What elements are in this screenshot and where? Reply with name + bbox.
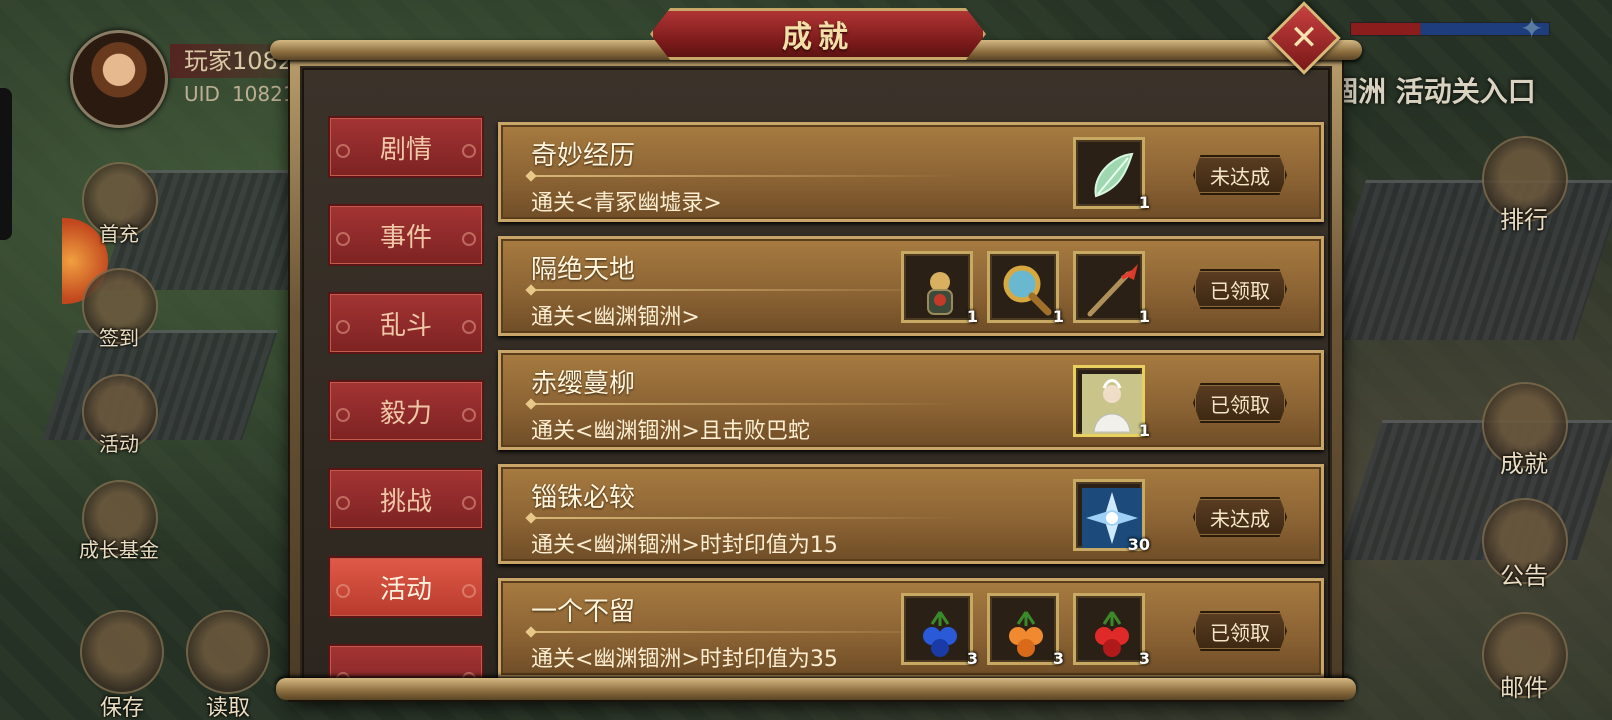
reward-count: 3 xyxy=(1052,649,1064,668)
reward-count: 3 xyxy=(1138,649,1150,668)
divider xyxy=(529,175,959,177)
achievement-desc: 通关<幽渊锢洲>时封印值为35 xyxy=(531,647,838,672)
first-recharge-label: 首充 xyxy=(99,222,139,246)
reward-count: 1 xyxy=(1138,193,1150,212)
tab-brawl[interactable]: 乱斗 xyxy=(328,292,484,354)
character-portrait-icon[interactable]: 1 xyxy=(1073,365,1150,440)
ranking-label: 排行 xyxy=(1500,206,1548,234)
green-leaf-icon[interactable]: 1 xyxy=(1073,137,1150,212)
spear-icon[interactable]: 1 xyxy=(1073,251,1150,326)
divider xyxy=(529,289,959,291)
status-button[interactable]: 已领取 xyxy=(1193,383,1287,423)
achievement-desc: 通关<青冢幽墟录> xyxy=(531,191,722,216)
tab-challenge[interactable]: 挑战 xyxy=(328,468,484,530)
tab-event[interactable]: 事件 xyxy=(328,204,484,266)
orange-berry-icon[interactable]: 3 xyxy=(987,593,1064,668)
ice-crystal-icon[interactable]: 30 xyxy=(1073,479,1150,554)
achievement-list: 奇妙经历 通关<青冢幽墟录> 1 未达成 隔绝天地 通关<幽渊锢洲> 1 1 1… xyxy=(498,122,1324,682)
avatar[interactable] xyxy=(70,30,168,128)
magnifying-mirror-icon[interactable]: 1 xyxy=(987,251,1064,326)
achievement-row: 隔绝天地 通关<幽渊锢洲> 1 1 1 已领取 xyxy=(498,236,1324,336)
activity-label: 活动 xyxy=(99,432,139,456)
red-berry-icon[interactable]: 3 xyxy=(1073,593,1150,668)
uid-value: 10821 xyxy=(231,82,296,106)
status-button[interactable]: 已领取 xyxy=(1193,611,1287,651)
reward-count: 1 xyxy=(966,307,978,326)
armor-figure-icon[interactable]: 1 xyxy=(901,251,978,326)
tab-story[interactable]: 剧情 xyxy=(328,116,484,178)
player-uid: UID 10821 xyxy=(184,82,296,106)
achievement-row: 一个不留 通关<幽渊锢洲>时封印值为35 3 3 3 已领取 xyxy=(498,578,1324,678)
status-button[interactable]: 未达成 xyxy=(1193,155,1287,195)
reward-count: 30 xyxy=(1127,535,1150,554)
achievement-title: 奇妙经历 xyxy=(531,141,636,171)
mail-label: 邮件 xyxy=(1500,674,1548,702)
dialog-bottom-rail xyxy=(276,678,1356,700)
achievement-dialog: 剧情 事件 乱斗 毅力 挑战 活动 奇妙经历 通关<青冢幽墟录> 1 未达成 隔… xyxy=(270,1,1362,700)
status-button[interactable]: 未达成 xyxy=(1193,497,1287,537)
achievement-desc: 通关<幽渊锢洲> xyxy=(531,305,700,330)
reward-count: 1 xyxy=(1052,307,1064,326)
reward-count: 1 xyxy=(1138,307,1150,326)
scene-roof xyxy=(1337,420,1612,560)
reward-count: 1 xyxy=(1138,421,1150,440)
achievement-title: 锱铢必较 xyxy=(531,483,636,513)
achievement-row: 赤缨蔓柳 通关<幽渊锢洲>且击败巴蛇 1 已领取 xyxy=(498,350,1324,450)
achievement-title: 赤缨蔓柳 xyxy=(531,369,636,399)
blue-berry-icon[interactable]: 3 xyxy=(901,593,978,668)
achievement-desc: 通关<幽渊锢洲>且击败巴蛇 xyxy=(531,419,810,444)
achievement-label: 成就 xyxy=(1500,450,1548,478)
scene-roof xyxy=(1314,180,1612,340)
tab-perseverance[interactable]: 毅力 xyxy=(328,380,484,442)
status-button[interactable]: 已领取 xyxy=(1193,269,1287,309)
save-label: 保存 xyxy=(99,696,144,720)
achievement-title: 一个不留 xyxy=(531,597,636,627)
load-label: 读取 xyxy=(205,696,250,720)
achievement-desc: 通关<幽渊锢洲>时封印值为15 xyxy=(531,533,838,558)
notice-label: 公告 xyxy=(1500,562,1548,590)
load-button[interactable] xyxy=(186,610,270,694)
sign-in-label: 签到 xyxy=(99,326,139,350)
achievement-title: 隔绝天地 xyxy=(531,255,636,285)
dialog-title: 成就 xyxy=(782,20,854,55)
dialog-body: 剧情 事件 乱斗 毅力 挑战 活动 奇妙经历 通关<青冢幽墟录> 1 未达成 隔… xyxy=(302,68,1330,688)
divider xyxy=(529,631,959,633)
achievement-row: 奇妙经历 通关<青冢幽墟录> 1 未达成 xyxy=(498,122,1324,222)
close-icon[interactable]: ✕ xyxy=(1278,12,1330,64)
save-button[interactable] xyxy=(80,610,164,694)
dialog-title-plate: 成就 xyxy=(650,8,986,60)
wing-icon: ✦ xyxy=(1520,12,1544,45)
achievement-row: 锱铢必较 通关<幽渊锢洲>时封印值为15 30 未达成 xyxy=(498,464,1324,564)
uid-label: UID xyxy=(184,82,220,106)
category-tabs: 剧情 事件 乱斗 毅力 挑战 活动 xyxy=(328,116,484,686)
activity-entrance-label[interactable]: 涸洲 活动关入口 xyxy=(1330,70,1536,110)
device-edge xyxy=(0,88,12,240)
divider xyxy=(529,517,959,519)
divider xyxy=(529,403,959,405)
reward-count: 3 xyxy=(966,649,978,668)
tab-activity[interactable]: 活动 xyxy=(328,556,484,618)
growth-fund-label: 成长基金 xyxy=(79,538,159,562)
